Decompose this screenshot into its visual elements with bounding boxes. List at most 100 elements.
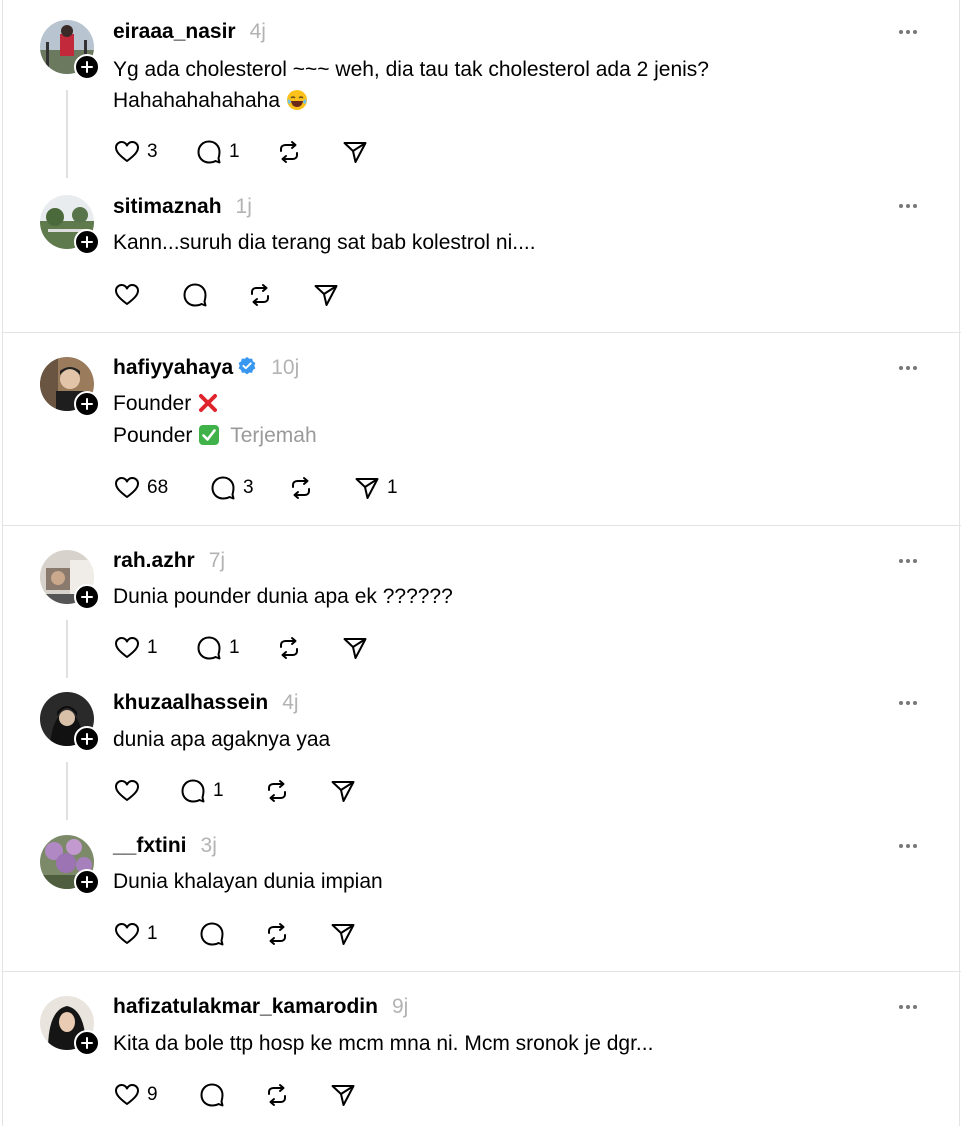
timestamp: 7j — [208, 549, 226, 572]
like-button[interactable]: 1 — [113, 920, 163, 948]
reply-button[interactable] — [198, 920, 226, 948]
plus-icon — [81, 61, 93, 73]
like-count: 9 — [147, 1084, 158, 1105]
timestamp: 9j — [391, 995, 409, 1018]
reply-button[interactable]: 1 — [179, 777, 227, 805]
share-button[interactable] — [341, 634, 369, 662]
send-icon — [314, 285, 338, 306]
plus-icon — [81, 1037, 93, 1049]
repost-button[interactable] — [263, 1081, 291, 1109]
follow-button[interactable] — [74, 391, 100, 417]
heart-icon — [115, 1084, 139, 1105]
more-button[interactable] — [899, 361, 923, 375]
repost-button[interactable] — [263, 777, 291, 805]
heart-icon — [115, 284, 139, 305]
like-button[interactable] — [113, 281, 141, 309]
avatar[interactable] — [40, 550, 100, 610]
share-button[interactable] — [341, 138, 369, 166]
send-icon — [331, 1085, 355, 1106]
repost-icon — [268, 1084, 286, 1106]
comment-icon — [197, 140, 221, 164]
post-text: dunia apa agaknya yaa — [113, 728, 331, 751]
thread-line — [66, 762, 68, 820]
more-button[interactable] — [899, 199, 923, 213]
follow-button[interactable] — [74, 1030, 100, 1056]
like-count: 68 — [147, 477, 169, 498]
action-bar: 1 1 — [113, 634, 369, 662]
cross-mark-emoji-icon — [199, 394, 218, 412]
repost-button[interactable] — [275, 634, 303, 662]
repost-button[interactable] — [275, 138, 303, 166]
reply-count: 1 — [213, 780, 224, 801]
plus-icon — [81, 236, 93, 248]
reply-button[interactable]: 3 — [209, 474, 257, 502]
avatar[interactable] — [40, 357, 100, 417]
like-count: 3 — [147, 141, 158, 162]
follow-button[interactable] — [74, 54, 100, 80]
username[interactable]: khuzaalhassein 4j — [113, 691, 299, 715]
translate-link[interactable]: Terjemah — [230, 424, 316, 447]
follow-button[interactable] — [74, 584, 100, 610]
action-bar: 1 — [113, 777, 357, 805]
username[interactable]: hafiyyahaya 10j — [113, 356, 299, 380]
reply-count: 3 — [243, 477, 254, 498]
timestamp: 4j — [282, 691, 299, 714]
reply-count: 1 — [229, 141, 240, 162]
repost-icon — [280, 637, 298, 659]
comment-icon — [183, 283, 207, 307]
follow-button[interactable] — [74, 726, 100, 752]
avatar[interactable] — [40, 996, 100, 1056]
post-text: Kita da bole ttp hosp ke mcm mna ni. Mcm… — [113, 1032, 654, 1055]
more-button[interactable] — [899, 696, 923, 710]
more-button[interactable] — [899, 554, 923, 568]
follow-button[interactable] — [74, 869, 100, 895]
username[interactable]: hafizatulakmar_kamarodin 9j — [113, 995, 408, 1019]
like-count: 1 — [147, 923, 158, 944]
like-button[interactable]: 68 — [113, 474, 173, 502]
share-button[interactable] — [329, 920, 357, 948]
check-mark-emoji-icon — [199, 425, 220, 445]
share-button[interactable] — [312, 281, 340, 309]
post-text: Dunia pounder dunia apa ek ?????? — [113, 585, 453, 608]
thread-line — [66, 90, 68, 178]
share-button[interactable]: 1 — [353, 474, 398, 502]
like-button[interactable]: 3 — [113, 138, 165, 166]
avatar[interactable] — [40, 692, 100, 752]
send-icon — [355, 478, 379, 499]
reply-button[interactable] — [181, 281, 209, 309]
username[interactable]: eiraaa_nasir 4j — [113, 20, 266, 44]
repost-button[interactable] — [263, 920, 291, 948]
timestamp: 10j — [271, 356, 300, 379]
like-button[interactable]: 9 — [113, 1081, 163, 1109]
more-button[interactable] — [899, 25, 923, 39]
share-button[interactable] — [329, 1081, 357, 1109]
share-button[interactable] — [329, 777, 357, 805]
comment-icon — [211, 476, 235, 500]
comment-icon — [181, 779, 205, 803]
username[interactable]: sitimaznah 1j — [113, 195, 252, 219]
repost-button[interactable] — [287, 474, 315, 502]
username[interactable]: __fxtini 3j — [113, 834, 217, 858]
reply-button[interactable]: 1 — [195, 138, 243, 166]
comment-icon — [200, 922, 224, 946]
username[interactable]: rah.azhr 7j — [113, 549, 225, 573]
divider — [3, 971, 961, 972]
follow-button[interactable] — [74, 229, 100, 255]
divider — [3, 525, 961, 526]
avatar[interactable] — [40, 20, 100, 80]
like-button[interactable] — [113, 777, 141, 805]
plus-icon — [81, 591, 93, 603]
repost-button[interactable] — [246, 281, 274, 309]
comment-icon — [200, 1083, 224, 1107]
timestamp: 1j — [235, 195, 252, 218]
avatar[interactable] — [40, 835, 100, 895]
reply-button[interactable] — [198, 1081, 226, 1109]
reply-button[interactable]: 1 — [195, 634, 243, 662]
repost-icon — [292, 477, 310, 499]
action-bar: 1 — [113, 920, 357, 948]
repost-icon — [268, 780, 286, 802]
more-button[interactable] — [899, 839, 923, 853]
avatar[interactable] — [40, 195, 100, 255]
like-button[interactable]: 1 — [113, 634, 163, 662]
more-button[interactable] — [899, 1000, 923, 1014]
